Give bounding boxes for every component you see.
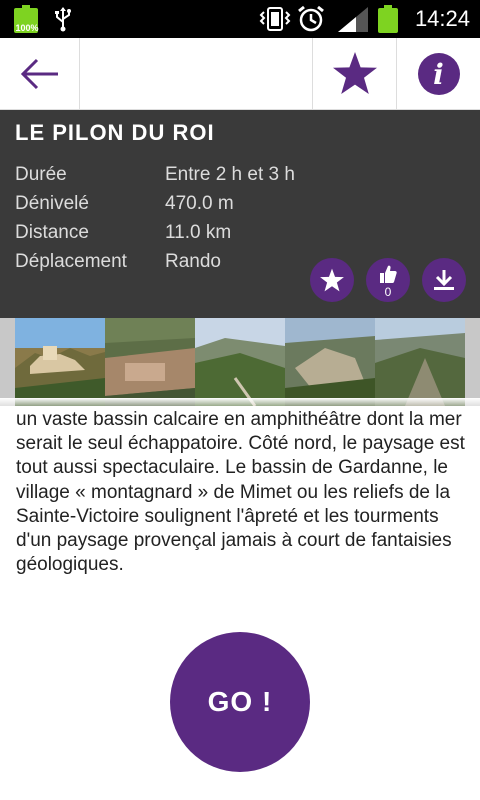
alarm-icon <box>298 5 324 32</box>
photo-thumbnail[interactable] <box>105 318 195 406</box>
star-icon <box>320 268 344 291</box>
download-button[interactable] <box>422 258 466 302</box>
vibrate-icon <box>259 7 291 31</box>
detail-row-duration: Durée Entre 2 h et 3 h <box>15 164 295 186</box>
description-fade <box>0 398 480 412</box>
arrow-left-icon <box>20 58 58 90</box>
detail-row-distance: Distance 11.0 km <box>15 222 231 244</box>
go-button[interactable]: GO ! <box>170 632 310 772</box>
photo-thumbnail[interactable] <box>195 318 285 406</box>
detail-value: 470.0 m <box>165 193 234 214</box>
detail-label: Durée <box>15 164 67 185</box>
like-button[interactable]: 0 <box>366 258 410 302</box>
panel-favorite-button[interactable] <box>310 258 354 302</box>
detail-label: Dénivelé <box>15 193 89 214</box>
trail-description: un vaste bassin calcaire en amphithéâtre… <box>16 409 465 576</box>
star-icon <box>332 52 377 94</box>
like-count: 0 <box>384 285 392 299</box>
photo-thumbnail[interactable] <box>285 318 375 406</box>
info-button[interactable]: i <box>396 38 480 110</box>
trail-info-panel: LE PILON DU ROI Durée Entre 2 h et 3 h D… <box>0 110 480 318</box>
status-bar: 100% 14:24 <box>0 0 480 38</box>
thumbs-up-icon <box>380 265 397 283</box>
detail-value: 11.0 km <box>165 222 232 243</box>
back-button[interactable] <box>0 38 80 110</box>
signal-icon <box>338 7 368 32</box>
usb-icon <box>55 7 71 32</box>
detail-label: Déplacement <box>15 251 127 272</box>
battery-percent: 100% <box>15 23 39 33</box>
favorite-button[interactable] <box>312 38 396 110</box>
trail-title: LE PILON DU ROI <box>15 120 215 145</box>
photo-thumbnail[interactable] <box>375 318 465 406</box>
photo-gallery[interactable] <box>0 318 480 406</box>
download-icon <box>434 270 454 290</box>
battery-icon-right <box>378 5 398 33</box>
detail-value: Entre 2 h et 3 h <box>165 164 295 185</box>
detail-label: Distance <box>15 222 89 243</box>
clock: 14:24 <box>414 6 470 31</box>
photo-thumbnail[interactable] <box>15 318 105 406</box>
detail-row-mode: Déplacement Rando <box>15 251 221 273</box>
detail-value: Rando <box>165 251 221 272</box>
info-icon: i <box>417 53 460 95</box>
action-bar: i <box>0 38 480 110</box>
battery-icon: 100% <box>14 5 39 33</box>
detail-row-elevation: Dénivelé 470.0 m <box>15 193 234 215</box>
